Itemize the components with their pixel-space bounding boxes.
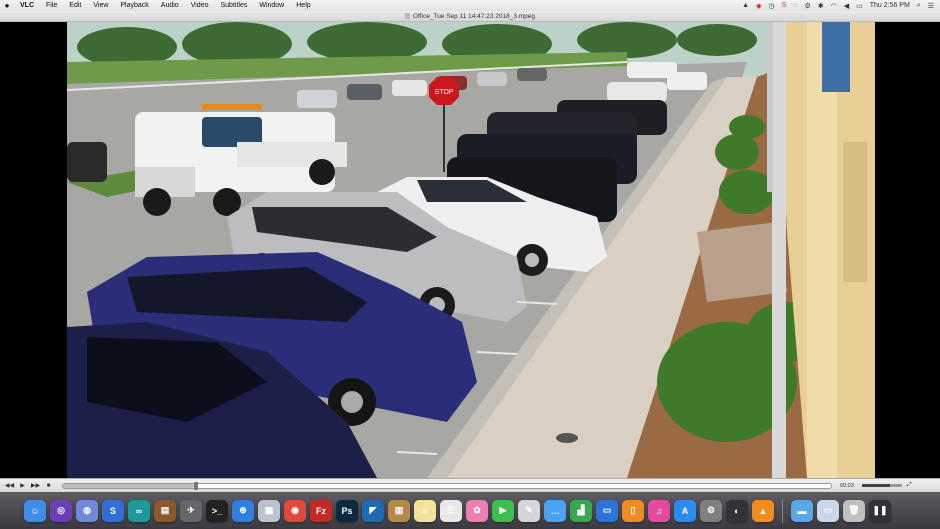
- svg-text:STOP: STOP: [435, 89, 454, 96]
- dock-trash-icon[interactable]: 🗑: [843, 499, 865, 522]
- menu-view[interactable]: View: [87, 2, 114, 9]
- dock-discord-icon[interactable]: ◍: [76, 499, 98, 522]
- window-title: Office_Tue Sep 11 14:47:23 2018_3.mpeg: [412, 13, 536, 20]
- dock-preferences-icon[interactable]: ⚙: [700, 499, 722, 522]
- stop-button[interactable]: ■: [43, 481, 54, 491]
- dock-minimized-icon[interactable]: ❚❚: [869, 499, 891, 522]
- timeline-knob[interactable]: [193, 481, 198, 490]
- clock-status-icon[interactable]: ◷: [768, 2, 774, 10]
- dock-itunes-icon[interactable]: ♫: [648, 499, 670, 522]
- fullscreen-icon[interactable]: ⤢: [904, 481, 915, 491]
- dock-ibooks-icon[interactable]: ▯: [622, 499, 644, 522]
- menu-edit[interactable]: Edit: [63, 2, 87, 9]
- dock-filezilla-icon[interactable]: Fz: [310, 499, 332, 522]
- elapsed-time[interactable]: 00:03: [840, 483, 854, 489]
- dock-terminal-icon[interactable]: >_: [206, 499, 228, 522]
- timeline-slider[interactable]: [62, 481, 832, 490]
- menu-playback[interactable]: Playback: [114, 2, 154, 9]
- video-area[interactable]: STOP: [0, 22, 940, 478]
- search-icon[interactable]: ⌕: [917, 2, 921, 10]
- play-button[interactable]: ▶: [17, 481, 28, 491]
- dock-arduino-icon[interactable]: ∞: [128, 499, 150, 522]
- menu-help[interactable]: Help: [290, 2, 316, 9]
- apple-icon[interactable]: ●: [0, 1, 14, 10]
- dock-chrome-icon[interactable]: ◉: [284, 499, 306, 522]
- app-status-icon[interactable]: S: [782, 2, 787, 9]
- status-red-icon[interactable]: ◆: [756, 2, 761, 10]
- timeline-progress: [63, 483, 194, 488]
- dock-app-s-icon[interactable]: S: [102, 499, 124, 522]
- dock-launchpad-icon[interactable]: ✈: [180, 499, 202, 522]
- dock-photos-icon[interactable]: ✿: [466, 499, 488, 522]
- dock-vlc-icon[interactable]: ▲: [752, 499, 774, 522]
- dock-vscode-icon[interactable]: ◤: [362, 499, 384, 522]
- dock-notes-icon[interactable]: ≡: [414, 499, 436, 522]
- dock-app-brown-icon[interactable]: ▤: [154, 499, 176, 522]
- status-area: ▲ ◆ ◷ S ◌ ⚙ ✱ ◠ ◀ ▭ Thu 2:56 PM ⌕ ☰: [742, 2, 940, 10]
- vlc-status-icon[interactable]: ▲: [742, 2, 749, 9]
- dock-appstore-icon[interactable]: A: [674, 499, 696, 522]
- dock-preview-icon[interactable]: ▦: [258, 499, 280, 522]
- bluetooth-icon[interactable]: ✱: [818, 2, 824, 10]
- menu-app-name[interactable]: VLC: [14, 2, 40, 9]
- window-title-bar: Office_Tue Sep 11 14:47:23 2018_3.mpeg: [0, 11, 940, 22]
- dock-downloads-icon[interactable]: ▭: [817, 499, 839, 522]
- volume-level: [861, 484, 890, 487]
- dock-facetime-icon[interactable]: ▶: [492, 499, 514, 522]
- rewind-button[interactable]: ◀◀: [4, 481, 15, 491]
- dock-finder-icon[interactable]: ☺: [24, 499, 46, 522]
- dock-siri-icon[interactable]: ◎: [50, 499, 72, 522]
- dock-folder-icon[interactable]: ▬: [791, 499, 813, 522]
- parking-lot-scene: STOP: [67, 22, 875, 478]
- volume-slider[interactable]: [861, 484, 902, 487]
- forward-button[interactable]: ▶▶: [30, 481, 41, 491]
- dock-numbers-icon[interactable]: ▟: [570, 499, 592, 522]
- status-icon-b[interactable]: ⚙: [804, 2, 810, 10]
- menu-window[interactable]: Window: [253, 2, 290, 9]
- menu-audio[interactable]: Audio: [155, 2, 185, 9]
- wifi-icon[interactable]: ◠: [831, 2, 837, 10]
- dock-keynote-icon[interactable]: ▭: [596, 499, 618, 522]
- menu-video[interactable]: Video: [185, 2, 215, 9]
- notification-icon[interactable]: ☰: [928, 2, 934, 10]
- dock-notes-brown-icon[interactable]: ▥: [388, 499, 410, 522]
- dock-safari-icon[interactable]: ⊕: [232, 499, 254, 522]
- dock: ☺ ◎ ◍ S ∞ ▤ ✈ >_ ⊕ ▦ ◉ Fz Ps ◤ ▥ ≡ ☰ ✿ ▶ ✎… ▟ ▭ ▯ ♫ A ⚙ ◐ ▲ ▬ ▭ 🗑 ❚❚: [0, 492, 940, 529]
- menu-subtitles[interactable]: Subtitles: [214, 2, 253, 9]
- dock-photo-app-icon[interactable]: ◐: [726, 499, 748, 522]
- volume-icon[interactable]: ◀: [844, 2, 849, 10]
- dock-divider: [782, 498, 783, 523]
- menu-file[interactable]: File: [40, 2, 63, 9]
- dock-text-icon[interactable]: ☰: [440, 499, 462, 522]
- status-icon-a[interactable]: ◌: [793, 2, 797, 9]
- battery-icon[interactable]: ▭: [856, 2, 863, 10]
- dock-messages-icon[interactable]: …: [544, 499, 566, 522]
- playback-controls: ◀◀ ▶ ▶▶ ■ 00:03 ⤢: [0, 478, 940, 492]
- menu-bar: ● VLC File Edit View Playback Audio Vide…: [0, 0, 940, 11]
- dock-edit-icon[interactable]: ✎: [518, 499, 540, 522]
- file-icon: [404, 13, 410, 20]
- video-frame[interactable]: STOP: [67, 22, 875, 478]
- dock-photoshop-icon[interactable]: Ps: [336, 499, 358, 522]
- clock-text[interactable]: Thu 2:56 PM: [870, 2, 910, 9]
